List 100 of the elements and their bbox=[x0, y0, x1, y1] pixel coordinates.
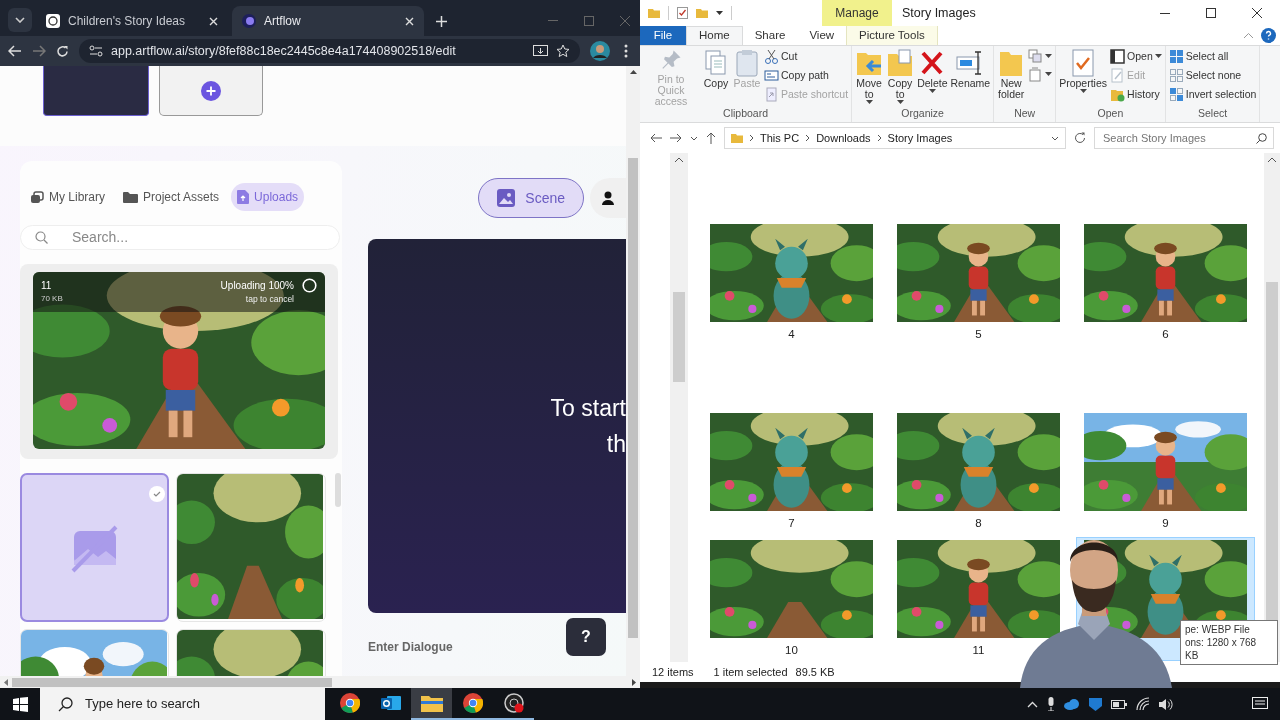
caret-icon bbox=[1079, 89, 1087, 94]
caret-icon bbox=[1045, 54, 1053, 59]
add-scene-button[interactable] bbox=[159, 66, 263, 116]
group-label: Organize bbox=[900, 107, 945, 121]
caret-icon bbox=[1045, 72, 1053, 77]
file-item[interactable]: 10 bbox=[702, 537, 881, 661]
asset-tile[interactable] bbox=[20, 473, 169, 622]
breadcrumb-item[interactable]: This PC bbox=[760, 129, 800, 147]
ribbon-button[interactable]: Delete bbox=[916, 48, 949, 107]
scrollbar[interactable] bbox=[626, 66, 640, 676]
search-field[interactable]: Search... bbox=[20, 225, 340, 250]
ribbon-tab[interactable]: Picture Tools bbox=[846, 26, 938, 45]
canvas-text: To start bbox=[550, 394, 626, 423]
chevron-right-icon bbox=[876, 134, 882, 142]
close-icon bbox=[405, 16, 414, 26]
ribbon-button[interactable]: Move to bbox=[854, 48, 885, 107]
file-item[interactable]: 4 bbox=[702, 221, 881, 345]
ribbon-button[interactable]: Invert selection bbox=[1167, 85, 1258, 104]
chevron-right-icon bbox=[749, 134, 754, 142]
plus-icon bbox=[201, 80, 221, 101]
breadcrumb-item[interactable]: Story Images bbox=[887, 129, 953, 147]
manage-tab[interactable]: Manage bbox=[822, 0, 892, 26]
browser-tab[interactable]: Artflow bbox=[232, 6, 424, 36]
close-icon bbox=[620, 16, 630, 26]
scrollbar[interactable] bbox=[670, 153, 688, 662]
forward-arrow-icon bbox=[670, 133, 682, 143]
ribbon-tab[interactable]: File bbox=[640, 26, 686, 45]
site-settings-icon bbox=[89, 45, 103, 57]
ribbon-button[interactable]: New folder bbox=[996, 48, 1027, 107]
chevron-icon bbox=[1051, 135, 1059, 141]
scrollbar[interactable] bbox=[1264, 153, 1280, 662]
ribbon-button[interactable]: Rename bbox=[949, 48, 992, 107]
ribbon-button[interactable]: History bbox=[1109, 85, 1163, 104]
scene-button[interactable]: Scene bbox=[478, 178, 584, 218]
search-field[interactable]: Search Story Images bbox=[1094, 127, 1274, 149]
ribbon-button[interactable]: Copy path bbox=[763, 66, 850, 85]
caret-icon bbox=[928, 89, 936, 94]
star-icon bbox=[556, 44, 570, 58]
person-icon bbox=[602, 191, 614, 205]
forward-button[interactable] bbox=[32, 45, 46, 57]
selection-info: 1 item selected bbox=[713, 664, 788, 680]
scroll-up-icon bbox=[1268, 157, 1276, 162]
reload-button[interactable] bbox=[56, 44, 69, 58]
scene-thumbnail[interactable] bbox=[43, 66, 149, 116]
search-icon bbox=[35, 231, 48, 244]
microphone-icon bbox=[1047, 697, 1055, 711]
file-name: 10 bbox=[785, 643, 798, 658]
ribbon-button[interactable]: Copy to bbox=[885, 48, 916, 107]
library-tab[interactable]: My Library bbox=[24, 183, 111, 211]
browser-tab[interactable]: Children's Story Ideas bbox=[36, 6, 228, 36]
forward-arrow-icon bbox=[32, 45, 46, 57]
refresh-icon bbox=[1074, 132, 1086, 144]
ribbon-button[interactable] bbox=[1027, 48, 1054, 65]
tab-list-button[interactable] bbox=[8, 8, 32, 32]
folder-icon bbox=[123, 191, 138, 203]
ribbon-tab[interactable]: Home bbox=[686, 26, 743, 45]
taskbar-app[interactable] bbox=[411, 688, 452, 720]
ribbon-button[interactable] bbox=[1027, 66, 1054, 83]
ribbon-button[interactable]: Select none bbox=[1167, 66, 1258, 85]
breadcrumb-item[interactable]: Downloads bbox=[816, 129, 871, 147]
scrollbar-thumb[interactable] bbox=[628, 158, 638, 638]
ribbon-button[interactable]: Select all bbox=[1167, 48, 1258, 66]
help-button[interactable]: ? bbox=[566, 618, 606, 656]
ribbon-tab[interactable]: Share bbox=[742, 26, 798, 45]
scrollbar[interactable] bbox=[0, 676, 640, 688]
search-input[interactable]: Search... bbox=[70, 226, 270, 249]
scrollbar-thumb[interactable] bbox=[673, 292, 685, 382]
chrome-icon bbox=[339, 693, 360, 713]
folder-icon bbox=[648, 8, 660, 18]
address-bar[interactable]: app.artflow.ai/story/8fef88c18ec2445c8e4a174408902518/edit bbox=[79, 39, 580, 63]
select-none-icon bbox=[1168, 68, 1184, 84]
reload-icon bbox=[56, 44, 69, 58]
ribbon-button[interactable]: Open bbox=[1109, 48, 1163, 66]
library-tab[interactable]: Project Assets bbox=[117, 183, 226, 211]
back-button[interactable] bbox=[8, 45, 22, 57]
scrollbar-thumb[interactable] bbox=[12, 677, 332, 687]
search-field[interactable]: Type here to search bbox=[40, 688, 325, 720]
file-item[interactable]: 7 bbox=[702, 410, 881, 534]
ribbon-button[interactable]: Properties bbox=[1058, 48, 1109, 107]
search-input[interactable]: Type here to search bbox=[83, 693, 325, 715]
folder-icon bbox=[696, 8, 708, 18]
address-bar[interactable]: This PC Downloads Story Images bbox=[724, 127, 1066, 149]
file-item[interactable]: 5 bbox=[889, 221, 1068, 345]
character-button[interactable] bbox=[590, 178, 626, 218]
scrollbar-thumb[interactable] bbox=[1266, 282, 1278, 622]
group-label: Select bbox=[1196, 107, 1229, 121]
file-name: 5 bbox=[975, 327, 982, 342]
dialogue-label: Enter Dialogue bbox=[368, 639, 453, 656]
ribbon-button[interactable]: Cut bbox=[763, 48, 850, 66]
maximize-icon bbox=[584, 16, 594, 26]
file-item[interactable]: 6 bbox=[1076, 221, 1255, 345]
file-name: 11 bbox=[972, 643, 985, 658]
ribbon-button[interactable]: Copy bbox=[701, 48, 731, 107]
chevron-icon bbox=[690, 135, 698, 141]
progress-ring-icon bbox=[302, 278, 317, 293]
battery-icon bbox=[1111, 699, 1127, 709]
canvas-text: th bbox=[606, 430, 626, 459]
new-item-icon bbox=[1028, 49, 1044, 64]
upload-status: Uploading 100% bbox=[220, 279, 294, 293]
ribbon-tab[interactable]: View bbox=[797, 26, 847, 45]
